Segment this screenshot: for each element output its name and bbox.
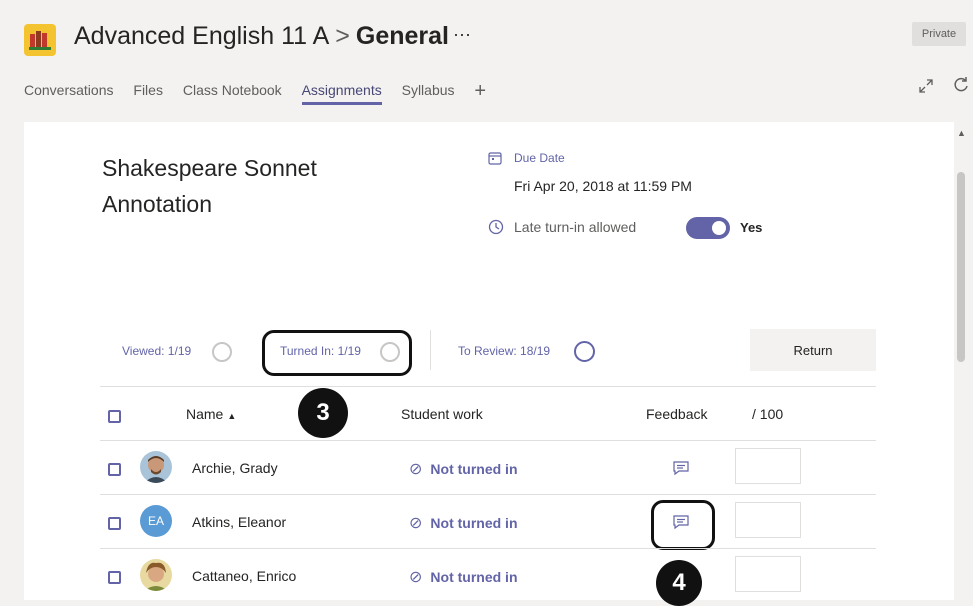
student-name[interactable]: Atkins, Eleanor <box>192 514 286 530</box>
row-checkbox[interactable] <box>108 517 121 530</box>
tab-conversations[interactable]: Conversations <box>24 82 114 102</box>
column-header-student-work: Student work <box>401 406 483 422</box>
row-checkbox[interactable] <box>108 463 121 476</box>
column-header-feedback: Feedback <box>646 406 708 422</box>
table-header-divider <box>100 440 876 441</box>
status-text: Not turned in <box>430 569 518 585</box>
private-badge: Private <box>912 22 966 46</box>
row-divider <box>100 494 876 495</box>
tab-assignments[interactable]: Assignments <box>301 82 382 105</box>
status-text: Not turned in <box>430 461 518 477</box>
to-review-count[interactable]: To Review: 18/19 <box>458 344 550 358</box>
student-name[interactable]: Archie, Grady <box>192 460 278 476</box>
score-input[interactable] <box>735 502 801 538</box>
score-input[interactable] <box>735 448 801 484</box>
return-button[interactable]: Return <box>750 329 876 371</box>
comment-icon[interactable] <box>672 460 690 476</box>
refresh-icon[interactable] <box>952 76 970 99</box>
submission-status[interactable]: ⊘ Not turned in <box>409 459 518 479</box>
submission-status[interactable]: ⊘ Not turned in <box>409 513 518 533</box>
submission-status[interactable]: ⊘ Not turned in <box>409 567 518 587</box>
column-header-name[interactable]: Name ▲ <box>186 406 236 422</box>
viewed-count[interactable]: Viewed: 1/19 <box>122 344 191 358</box>
channel-name: General <box>355 22 449 50</box>
row-divider <box>100 548 876 549</box>
scrollbar-thumb[interactable] <box>957 172 965 362</box>
more-options-icon[interactable]: ··· <box>453 24 471 44</box>
name-column-label: Name <box>186 406 224 422</box>
channel-tabs: Conversations Files Class Notebook Assig… <box>24 78 486 105</box>
tab-syllabus[interactable]: Syllabus <box>402 82 455 102</box>
team-name[interactable]: Advanced English 11 A <box>74 22 329 50</box>
blocked-circle-icon: ⊘ <box>409 515 423 532</box>
status-text: Not turned in <box>430 515 518 531</box>
channel-title: Advanced English 11 A > General ··· <box>74 22 471 51</box>
late-turn-in-value: Yes <box>740 220 763 235</box>
late-turn-in-toggle[interactable] <box>686 217 730 239</box>
student-name[interactable]: Cattaneo, Enrico <box>192 568 296 584</box>
add-tab-icon[interactable]: + <box>474 80 486 102</box>
avatar: EA <box>140 505 172 537</box>
callout-badge-3: 3 <box>298 388 348 438</box>
to-review-progress-ring-icon <box>574 341 595 362</box>
toggle-knob <box>712 221 726 235</box>
due-date-label: Due Date <box>514 151 565 165</box>
clock-icon <box>488 219 504 240</box>
select-all-checkbox[interactable] <box>108 410 121 423</box>
calendar-icon <box>488 151 502 170</box>
row-checkbox[interactable] <box>108 571 121 584</box>
turned-in-highlight <box>262 330 412 376</box>
comment-icon[interactable] <box>672 514 690 530</box>
avatar <box>140 559 172 591</box>
team-app-icon <box>24 24 56 56</box>
viewed-progress-ring-icon <box>212 342 232 362</box>
sort-ascending-icon: ▲ <box>227 411 237 421</box>
stats-divider <box>430 330 431 370</box>
callout-badge-4: 4 <box>656 560 702 606</box>
avatar <box>140 451 172 483</box>
breadcrumb-separator: > <box>335 22 350 50</box>
assignment-title: Shakespeare Sonnet Annotation <box>102 155 317 217</box>
late-turn-in-label: Late turn-in allowed <box>514 219 637 235</box>
tab-class-notebook[interactable]: Class Notebook <box>183 82 282 102</box>
due-date-value: Fri Apr 20, 2018 at 11:59 PM <box>514 178 692 194</box>
table-top-divider <box>100 386 876 387</box>
column-header-score: / 100 <box>752 406 784 422</box>
score-input[interactable] <box>735 556 801 592</box>
tab-files[interactable]: Files <box>133 82 163 102</box>
blocked-circle-icon: ⊘ <box>409 569 423 586</box>
blocked-circle-icon: ⊘ <box>409 461 423 478</box>
scroll-up-arrow-icon[interactable]: ▲ <box>957 128 966 138</box>
expand-icon[interactable] <box>918 78 934 99</box>
